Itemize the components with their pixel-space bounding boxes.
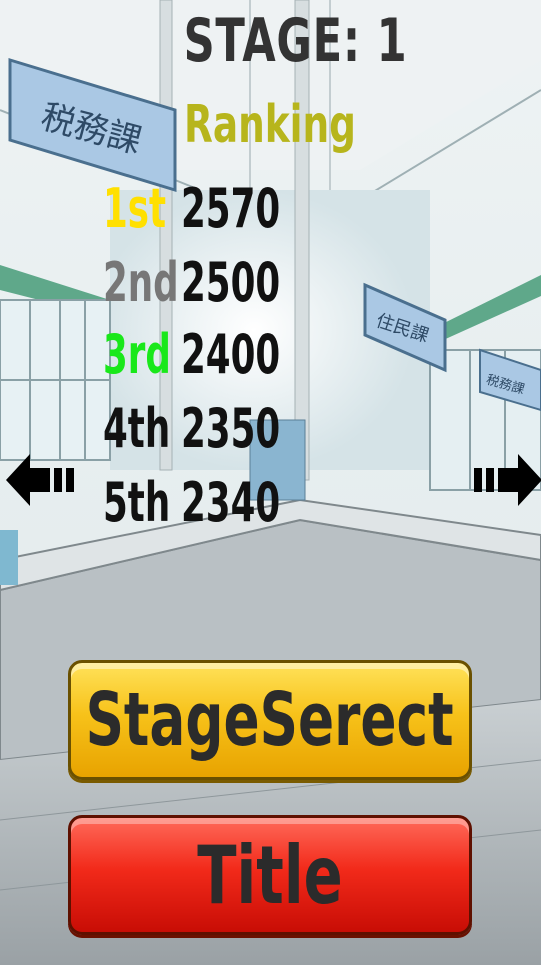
title-button-label: Title — [197, 828, 343, 922]
rank-place: 5th — [103, 471, 171, 534]
rank-place: 1st — [103, 177, 167, 240]
rank-score: 2350 — [181, 397, 281, 460]
ranking-row: 5th 2340 — [103, 468, 303, 538]
ranking-row: 2nd 2500 — [103, 248, 303, 318]
rank-score: 2570 — [181, 177, 281, 240]
rank-place: 4th — [103, 397, 171, 460]
rank-score: 2500 — [181, 251, 281, 314]
rank-place: 2nd — [103, 251, 179, 314]
ranking-row: 1st 2570 — [103, 174, 303, 244]
ranking-row: 4th 2350 — [103, 394, 303, 464]
rank-score: 2340 — [181, 471, 281, 534]
stage-select-button[interactable]: StageSerect — [68, 660, 472, 780]
arrow-left-icon[interactable] — [4, 448, 76, 512]
title-button[interactable]: Title — [68, 815, 472, 935]
ranking-heading: Ranking — [184, 95, 356, 155]
rank-score: 2400 — [181, 323, 281, 386]
stage-title: STAGE: 1 — [183, 6, 408, 76]
arrow-right-icon[interactable] — [472, 448, 541, 512]
ranking-row: 3rd 2400 — [103, 320, 303, 390]
stage-select-label: StageSerect — [85, 677, 455, 763]
rank-place: 3rd — [103, 323, 171, 386]
